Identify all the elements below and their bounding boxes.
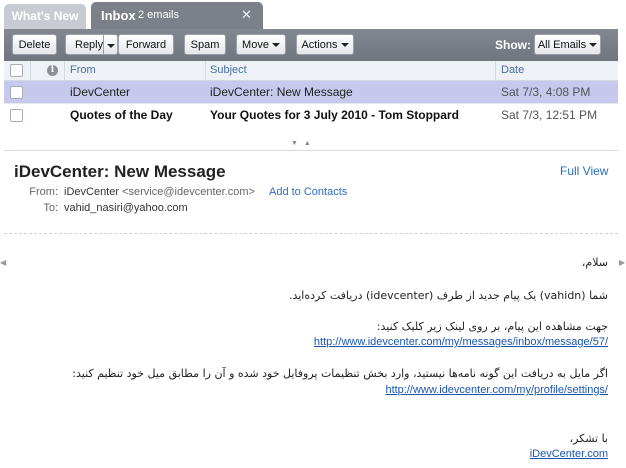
show-filter-select[interactable]: All Emails bbox=[534, 34, 601, 55]
message-from: Quotes of the Day bbox=[70, 108, 173, 122]
select-all-checkbox[interactable] bbox=[10, 64, 23, 77]
chevron-down-icon bbox=[271, 43, 280, 48]
reply-button[interactable]: Reply bbox=[65, 34, 118, 55]
actions-button[interactable]: Actions bbox=[296, 34, 354, 55]
tab-inbox-count: 2 emails bbox=[138, 9, 179, 21]
full-view-link[interactable]: Full View bbox=[560, 164, 608, 178]
sender-address: <service@idevcenter.com> bbox=[122, 186, 255, 198]
tab-bar: What's New Inbox 2 emails ✕ bbox=[0, 0, 626, 29]
move-button[interactable]: Move bbox=[236, 34, 286, 55]
tab-inbox[interactable]: Inbox 2 emails ✕ bbox=[91, 2, 263, 29]
message-from: iDevCenter bbox=[70, 85, 131, 99]
message-preview: iDevCenter: New Message Full View From: … bbox=[4, 150, 618, 468]
delete-button[interactable]: Delete bbox=[12, 34, 57, 55]
chevron-down-icon[interactable] bbox=[107, 44, 115, 48]
column-divider bbox=[64, 61, 65, 80]
message-subject: iDevCenter: New Message bbox=[210, 85, 353, 99]
to-value: vahid_nasiri@yahoo.com bbox=[64, 202, 188, 214]
move-label: Move bbox=[242, 39, 269, 51]
from-label: From: bbox=[29, 186, 58, 198]
body-line: جهت مشاهده این پیام، بر روی لینک زیر کلی… bbox=[376, 320, 608, 333]
chevron-down-icon bbox=[340, 43, 349, 48]
right-edge-arrow-icon: ▶ bbox=[619, 258, 626, 267]
show-filter-label: Show: bbox=[495, 38, 531, 52]
toolbar: Delete Reply Forward Spam Move Actions S… bbox=[4, 29, 618, 61]
add-to-contacts-link[interactable]: Add to Contacts bbox=[269, 186, 347, 198]
spam-button[interactable]: Spam bbox=[184, 34, 226, 55]
message-link[interactable]: http://www.idevcenter.com/my/messages/in… bbox=[314, 336, 608, 348]
message-row[interactable]: Quotes of the Day Your Quotes for 3 July… bbox=[4, 104, 618, 127]
column-divider bbox=[495, 61, 496, 80]
column-header-subject[interactable]: Subject bbox=[210, 64, 247, 76]
body-greeting: سلام، bbox=[581, 256, 608, 269]
body-line: اگر مایل به دریافت این گونه نامه‌ها نیست… bbox=[72, 367, 608, 380]
pane-splitter[interactable]: ▼▲ bbox=[4, 125, 618, 147]
tab-inbox-label: Inbox bbox=[101, 8, 136, 23]
header-divider bbox=[4, 233, 618, 234]
column-divider bbox=[30, 61, 31, 80]
signature-link[interactable]: iDevCenter.com bbox=[530, 448, 608, 460]
column-header-from[interactable]: From bbox=[70, 64, 96, 76]
reply-label: Reply bbox=[75, 39, 104, 51]
message-list-header: i From Subject Date bbox=[4, 61, 618, 81]
reply-split-divider bbox=[103, 35, 104, 54]
row-checkbox[interactable] bbox=[10, 86, 23, 99]
close-icon[interactable]: ✕ bbox=[241, 7, 252, 23]
column-header-date[interactable]: Date bbox=[501, 64, 524, 76]
message-list: i From Subject Date iDevCenter iDevCente… bbox=[4, 61, 618, 127]
tab-whats-new[interactable]: What's New bbox=[4, 4, 86, 29]
forward-button[interactable]: Forward bbox=[118, 34, 174, 55]
show-filter-value: All Emails bbox=[537, 39, 587, 51]
message-date: Sat 7/3, 4:08 PM bbox=[501, 85, 591, 99]
body-line: شما (vahidn) یک پیام جدید از طرف (idevce… bbox=[288, 289, 608, 302]
body-thanks: با تشکر، bbox=[569, 432, 608, 445]
info-icon: i bbox=[47, 65, 58, 76]
message-date: Sat 7/3, 12:51 PM bbox=[501, 108, 598, 122]
message-subject: Your Quotes for 3 July 2010 - Tom Stoppa… bbox=[210, 108, 459, 122]
column-divider bbox=[205, 61, 206, 80]
preview-subject: iDevCenter: New Message bbox=[14, 162, 226, 181]
from-value: iDevCenter <service@idevcenter.com> bbox=[64, 186, 255, 198]
row-checkbox[interactable] bbox=[10, 109, 23, 122]
sender-name: iDevCenter bbox=[64, 186, 120, 198]
settings-link[interactable]: http://www.idevcenter.com/my/profile/set… bbox=[385, 384, 608, 396]
chevron-down-icon bbox=[589, 43, 598, 48]
actions-label: Actions bbox=[301, 39, 338, 51]
to-label: To: bbox=[43, 202, 58, 214]
message-row[interactable]: iDevCenter iDevCenter: New Message Sat 7… bbox=[4, 81, 618, 104]
splitter-arrows-icon: ▼▲ bbox=[291, 140, 317, 147]
left-edge-arrow-icon: ◀ bbox=[0, 258, 7, 267]
